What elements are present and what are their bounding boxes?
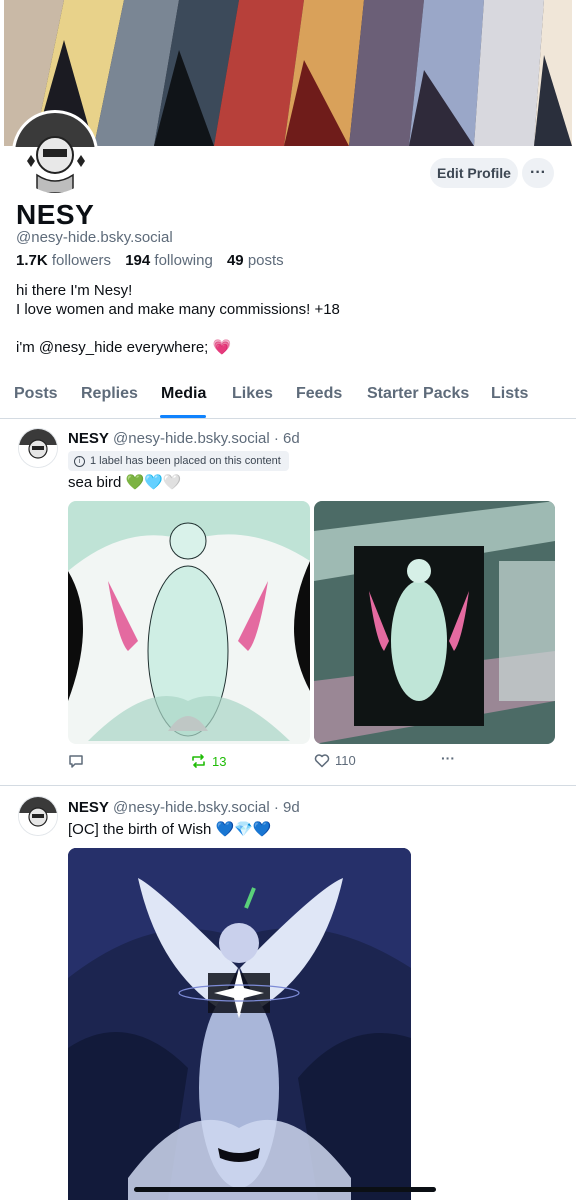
info-icon: i: [74, 455, 85, 467]
post-divider: [0, 785, 576, 786]
post-image[interactable]: [68, 501, 310, 744]
tab-starter-packs[interactable]: Starter Packs: [367, 385, 469, 403]
posts-label: posts: [247, 252, 284, 269]
repost-count: 13: [212, 753, 227, 769]
repost-button[interactable]: 13: [190, 753, 226, 769]
edit-profile-button[interactable]: Edit Profile: [430, 158, 518, 188]
posts-count: 49: [226, 252, 244, 269]
tab-posts[interactable]: Posts: [14, 385, 58, 403]
profile-stats: 1.7K followers 194 following 49 posts: [16, 252, 294, 269]
active-tab-indicator: [160, 415, 206, 418]
image-artwork: [314, 501, 555, 744]
like-button[interactable]: 110: [314, 753, 356, 768]
content-label-chip[interactable]: i 1 label has been placed on this conten…: [68, 451, 289, 471]
post-handle[interactable]: @nesy-hide.bsky.social: [113, 799, 270, 816]
bio-line: i'm @nesy_hide everywhere; 💗: [16, 339, 232, 356]
post-time[interactable]: · 6d: [274, 430, 300, 447]
reply-button[interactable]: [68, 753, 84, 769]
tab-replies[interactable]: Replies: [81, 385, 138, 403]
post-avatar[interactable]: [18, 428, 58, 468]
post-handle[interactable]: @nesy-hide.bsky.social: [113, 430, 270, 447]
post-text: [OC] the birth of Wish 💙💎💙: [68, 821, 272, 838]
post-avatar[interactable]: [18, 796, 58, 836]
image-artwork: [68, 848, 411, 1200]
posts-stat: 49 posts: [227, 252, 294, 269]
post-actions: 13 110 ···: [68, 750, 468, 775]
tab-lists[interactable]: Lists: [491, 385, 528, 403]
post-meta: NESY @nesy-hide.bsky.social · 9d: [68, 799, 300, 816]
followers-count: 1.7K: [16, 252, 48, 269]
followers-link[interactable]: 1.7K followers: [16, 252, 121, 269]
image-artwork: [68, 501, 310, 744]
bio-line: hi there I'm Nesy!: [16, 282, 133, 299]
bio-line: I love women and make many commissions! …: [16, 301, 340, 318]
tab-media[interactable]: Media: [161, 385, 206, 403]
like-count: 110: [335, 753, 356, 768]
heart-icon: [314, 754, 330, 768]
profile-banner[interactable]: [4, 0, 572, 146]
post-time[interactable]: · 9d: [274, 799, 300, 816]
following-label: following: [154, 252, 213, 269]
post-meta: NESY @nesy-hide.bsky.social · 6d: [68, 430, 300, 447]
post-image[interactable]: [68, 848, 411, 1200]
profile-bio: hi there I'm Nesy! I love women and make…: [16, 281, 340, 357]
following-link[interactable]: 194 following: [125, 252, 223, 269]
post-text: sea bird 💚🩵🤍: [68, 474, 182, 491]
post-more-button[interactable]: ···: [436, 750, 455, 766]
profile-avatar[interactable]: [12, 110, 98, 196]
profile-tabs: Posts Replies Media Likes Feeds Starter …: [0, 372, 576, 419]
post-author[interactable]: NESY: [68, 799, 109, 816]
ellipsis-icon: ···: [530, 164, 546, 181]
post-image[interactable]: [314, 501, 555, 744]
ellipsis-icon: ···: [441, 750, 455, 766]
avatar-artwork: [19, 797, 57, 835]
avatar-artwork: [15, 113, 95, 193]
repost-icon: [192, 754, 205, 768]
profile-handle: @nesy-hide.bsky.social: [16, 229, 173, 246]
post-author[interactable]: NESY: [68, 430, 109, 447]
display-name: NESY: [16, 199, 95, 230]
tab-feeds[interactable]: Feeds: [296, 385, 342, 403]
avatar-artwork: [19, 429, 57, 467]
following-count: 194: [125, 252, 151, 269]
reply-icon: [69, 755, 83, 768]
profile-more-button[interactable]: ···: [522, 158, 554, 188]
home-indicator: [134, 1187, 436, 1192]
banner-artwork: [4, 0, 572, 146]
tab-likes[interactable]: Likes: [232, 385, 273, 403]
followers-label: followers: [51, 252, 112, 269]
label-notice-text: 1 label has been placed on this content: [90, 455, 281, 467]
